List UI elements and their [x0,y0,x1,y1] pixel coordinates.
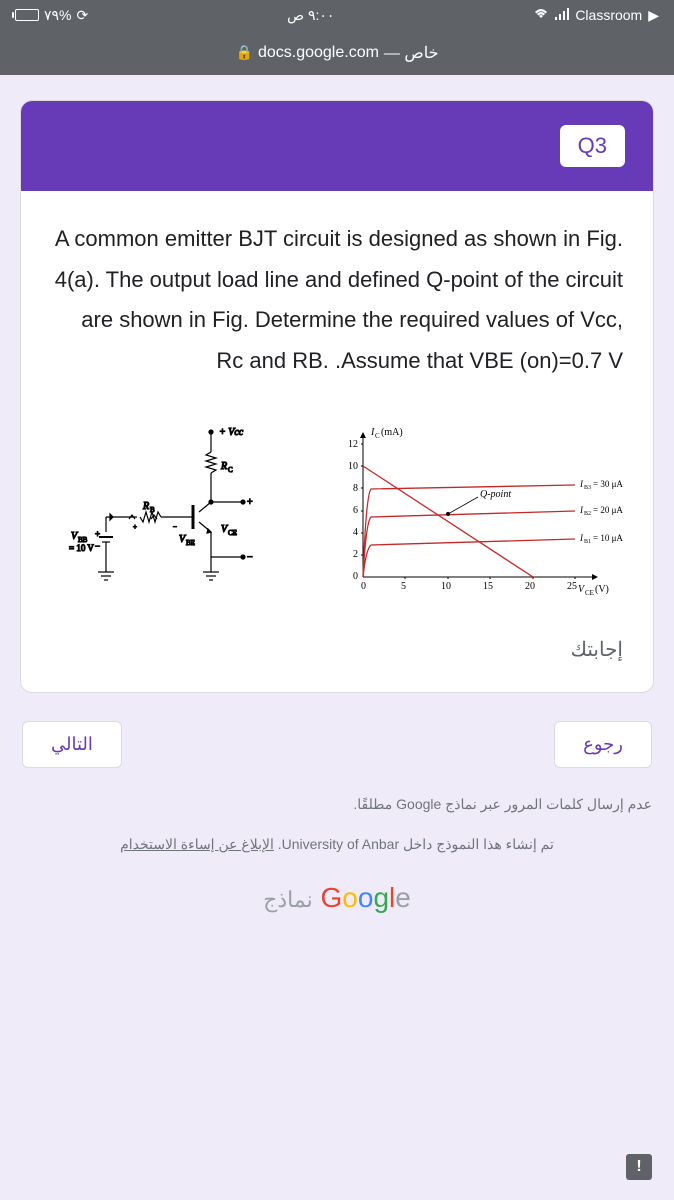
svg-text:+: + [247,497,253,508]
output-graph: IC(mA) VCE(V) 12 10 8 6 4 2 0 0 5 10 15 … [323,417,623,597]
figures: + Vcc RC + − VCE [51,417,623,597]
question-number: Q3 [560,125,625,167]
google-forms-logo: نماذج Google [0,882,674,914]
rotate-icon: ⟳ [77,7,89,24]
answer-label[interactable]: إجابتك [51,637,623,662]
svg-text:B3: B3 [584,485,591,491]
svg-text:= 10 μA: = 10 μA [593,533,623,543]
url-suffix: — خاص [384,43,439,63]
status-left: ٧٩% ⟳ [15,7,88,24]
svg-text:−: − [95,541,100,551]
svg-text:−: − [173,523,177,531]
svg-text:2: 2 [353,549,358,560]
svg-text:10: 10 [441,581,451,592]
vbb-value: = 10 V [69,543,94,553]
signal-icon [555,7,569,23]
svg-text:C: C [228,466,233,474]
footer-org: تم إنشاء هذا النموذج داخل University of … [278,836,554,852]
svg-text:20: 20 [525,581,535,592]
svg-text:(mA): (mA) [381,427,403,438]
card-body: A common emitter BJT circuit is designed… [21,191,653,692]
svg-text:(V): (V) [595,584,609,595]
lock-icon: 🔒 [236,44,253,61]
svg-text:B2: B2 [584,511,591,517]
footer-warning: عدم إرسال كلمات المرور عبر نماذج Google … [22,796,652,813]
url-domain: docs.google.com [258,44,379,62]
svg-text:0: 0 [353,571,358,582]
svg-text:C: C [375,432,380,440]
svg-text:= 20 μA: = 20 μA [593,505,623,515]
battery-icon [15,9,39,21]
svg-text:B1: B1 [584,539,591,545]
circuit-diagram: + Vcc RC + − VCE [51,417,271,597]
svg-text:4: 4 [353,527,358,538]
question-text: A common emitter BJT circuit is designed… [51,219,623,382]
svg-text:B: B [150,506,155,514]
svg-text:15: 15 [483,581,493,592]
next-button[interactable]: التالي [22,721,122,768]
svg-text:BE: BE [186,539,195,547]
svg-text:25: 25 [567,581,577,592]
card-header: Q3 [21,101,653,191]
question-card: Q3 A common emitter BJT circuit is desig… [20,100,654,693]
vcc-label: + Vcc [219,427,244,438]
svg-text:0: 0 [361,581,366,592]
svg-text:CE: CE [585,589,594,597]
battery-percent: ٧٩% [44,7,72,24]
svg-text:+: + [133,523,137,531]
report-abuse-link[interactable]: الإبلاغ عن إساءة الاستخدام [120,836,274,852]
forms-text: نماذج [263,887,313,912]
status-bar: ٧٩% ⟳ ٩:٠٠ ص Classroom ▶ [0,0,674,30]
back-button[interactable]: رجوع [554,721,652,768]
svg-text:10: 10 [348,461,358,472]
svg-text:12: 12 [348,439,358,450]
report-icon[interactable]: ! [626,1154,652,1180]
status-time: ٩:٠٠ ص [88,7,533,24]
rb-label: R [142,501,149,512]
wifi-icon [533,7,549,23]
app-name: Classroom [575,7,642,23]
svg-text:5: 5 [401,581,406,592]
svg-text:CE: CE [228,529,237,537]
nav-buttons: رجوع التالي [22,721,652,768]
svg-text:−: − [247,552,253,563]
svg-text:6: 6 [353,505,358,516]
url-bar: 🔒 docs.google.com — خاص [0,30,674,75]
qpoint-label: Q-point [480,489,511,500]
footer-attribution: تم إنشاء هذا النموذج داخل University of … [22,833,652,857]
play-icon: ▶ [648,7,659,24]
status-right: Classroom ▶ [533,7,659,24]
svg-text:8: 8 [353,483,358,494]
rc-label: R [220,461,227,472]
svg-text:= 30 μA: = 30 μA [593,479,623,489]
